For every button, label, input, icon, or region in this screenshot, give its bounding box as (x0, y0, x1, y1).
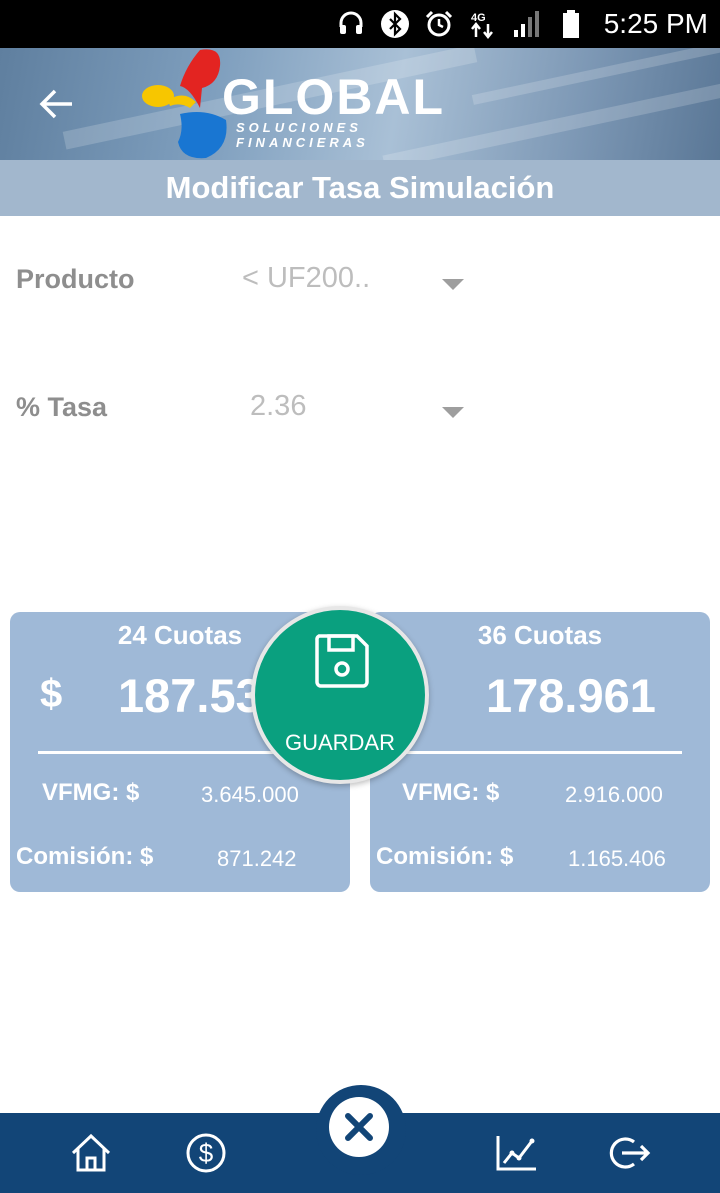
title-bar: Modificar Tasa Simulación (0, 160, 720, 216)
nav-logout[interactable] (605, 1127, 655, 1179)
global-logo: GLOBAL SOLUCIONES FINANCIERAS (140, 48, 500, 160)
status-bar: 4G 5:25 PM (0, 0, 720, 48)
logout-icon (609, 1137, 651, 1169)
divider (400, 751, 682, 754)
logo-mark (142, 49, 227, 159)
vfmg-value: 2.916.000 (565, 782, 663, 807)
producto-label: Producto (16, 264, 135, 294)
tasa-label: % Tasa (16, 392, 108, 422)
tasa-value: 2.36 (250, 390, 307, 422)
chart-icon (496, 1136, 536, 1171)
cuotas-label: 36 Cuotas (477, 620, 603, 650)
svg-text:$: $ (199, 1138, 214, 1168)
comision-value: 871.242 (217, 846, 297, 871)
dollar-icon: $ (186, 1133, 226, 1173)
producto-value: < UF200.. (242, 262, 371, 294)
monthly-amount: 187.53 (118, 669, 262, 722)
currency-symbol: $ (40, 672, 63, 716)
tasa-select[interactable]: 2.36 (232, 378, 472, 438)
headset-icon (336, 9, 366, 39)
chevron-down-icon (442, 407, 464, 418)
close-button[interactable] (316, 1085, 406, 1175)
status-time: 5:25 PM (603, 8, 708, 39)
page-title: Modificar Tasa Simulación (165, 170, 555, 205)
vfmg-value: 3.645.000 (201, 782, 299, 807)
comision-value: 1.165.406 (568, 846, 666, 871)
svg-text:4G: 4G (471, 12, 486, 24)
guardar-button[interactable]: GUARDAR (251, 606, 429, 784)
nav-home[interactable] (66, 1127, 116, 1179)
bluetooth-icon (380, 9, 410, 39)
chevron-down-icon (442, 279, 464, 290)
arrow-left-icon (39, 89, 72, 119)
signal-icon (512, 9, 542, 39)
vfmg-label: VFMG: $ (402, 779, 500, 806)
alarm-icon (424, 9, 454, 39)
producto-select[interactable]: < UF200.. (232, 250, 472, 310)
save-icon (315, 634, 369, 688)
close-button-face (329, 1097, 389, 1157)
app-header: GLOBAL SOLUCIONES FINANCIERAS (0, 48, 720, 160)
nav-chart[interactable] (491, 1127, 541, 1179)
logo-subtitle: SOLUCIONES FINANCIERAS (236, 120, 369, 150)
battery-icon (556, 9, 586, 39)
monthly-amount: 178.961 (486, 669, 656, 722)
comision-label: Comisión: $ (16, 843, 154, 870)
logo-word: GLOBAL (222, 69, 446, 125)
home-icon (71, 1133, 111, 1172)
back-button[interactable] (30, 78, 82, 130)
nav-dollar[interactable]: $ (181, 1127, 231, 1179)
guardar-label: GUARDAR (284, 730, 395, 755)
close-icon (345, 1113, 373, 1141)
comision-label: Comisión: $ (376, 843, 514, 870)
vfmg-label: VFMG: $ (42, 779, 140, 806)
4g-data-icon: 4G (468, 9, 498, 39)
